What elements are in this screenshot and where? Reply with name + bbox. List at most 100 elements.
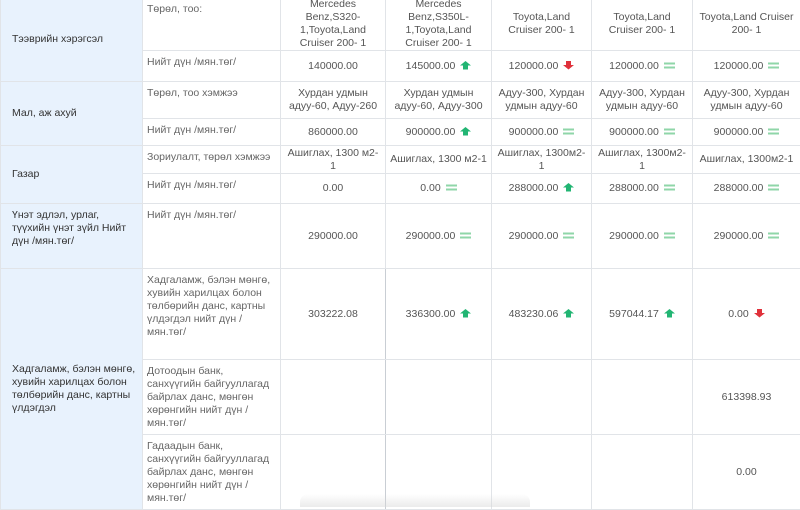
land-category-label: Газар [1, 146, 143, 204]
savings-total-cell: 483230.06 [492, 269, 592, 360]
vehicles-type-cell: Mercedes Benz,S350L-1,Toyota,Land Cruise… [386, 0, 492, 51]
jewelry-category-label: Үнэт эдлэл, урлаг, түүхийн үнэт зүйл Ний… [1, 204, 143, 269]
increase-arrow-icon [563, 183, 574, 192]
land-type-cell: Ашиглах, 1300м2-1 [592, 146, 693, 174]
decrease-arrow-icon [563, 61, 574, 70]
livestock-type-row: Мал, аж ахуй Төрөл, тоо хэмжээ Хурдан уд… [1, 82, 800, 119]
land-type-label: Зориулалт, төрөл хэмжээ [143, 146, 281, 174]
savings-total-cell: 336300.00 [386, 269, 492, 360]
vehicles-category-label: Тээврийн хэрэгсэл [1, 0, 143, 82]
foreign-bank-cell: 0.00 [693, 435, 800, 510]
vehicles-type-label: Төрөл, тоо: [143, 0, 281, 51]
value-text: 900000.00 [406, 126, 456, 138]
domestic-bank-cell [492, 360, 592, 435]
livestock-total-cell: 860000.00 [281, 119, 386, 146]
increase-arrow-icon [460, 127, 471, 136]
foreign-bank-label: Гадаадын банк, санхүүгийн байгууллагад б… [143, 435, 281, 510]
vehicles-total-cell: 145000.00 [386, 51, 492, 82]
jewelry-total-cell: 290000.00 [492, 204, 592, 269]
vehicles-total-cell: 120000.00 [592, 51, 693, 82]
savings-total-row: Хадгаламж, бэлэн мөнгө, хувийн харилцах … [1, 269, 800, 360]
vehicles-type-cell: Mercedes Benz,S320-1,Toyota,Land Cruiser… [281, 0, 386, 51]
land-total-cell: 0.00 [386, 174, 492, 204]
unchanged-equal-icon [563, 231, 574, 240]
unchanged-equal-icon [664, 231, 675, 240]
value-text: 0.00 [420, 182, 440, 194]
land-type-cell: Ашиглах, 1300м2-1 [693, 146, 800, 174]
jewelry-total-cell: 290000.00 [693, 204, 800, 269]
land-type-cell: Ашиглах, 1300 м2-1 [386, 146, 492, 174]
land-total-cell: 0.00 [281, 174, 386, 204]
bottom-scroll-shadow [300, 494, 530, 507]
livestock-type-cell: Хурдан удмын адуу-60, Адуу-300 [386, 82, 492, 119]
savings-category-label: Хадгаламж, бэлэн мөнгө, хувийн харилцах … [1, 269, 143, 510]
increase-arrow-icon [460, 61, 471, 70]
unchanged-equal-icon [664, 183, 675, 192]
increase-arrow-icon [460, 309, 471, 318]
increase-arrow-icon [563, 309, 574, 318]
livestock-total-cell: 900000.00 [492, 119, 592, 146]
value-text: 290000.00 [308, 230, 358, 242]
value-text: 288000.00 [609, 182, 659, 194]
livestock-type-cell: Хурдан удмын адуу-60, Адуу-260 [281, 82, 386, 119]
foreign-bank-cell [592, 435, 693, 510]
vehicles-total-cell: 140000.00 [281, 51, 386, 82]
value-text: 900000.00 [714, 126, 764, 138]
vehicles-total-cell: 120000.00 [693, 51, 800, 82]
value-text: 0.00 [728, 308, 748, 320]
value-text: 860000.00 [308, 126, 358, 138]
unchanged-equal-icon [768, 61, 779, 70]
livestock-total-cell: 900000.00 [693, 119, 800, 146]
unchanged-equal-icon [563, 127, 574, 136]
domestic-bank-cell [592, 360, 693, 435]
value-text: 336300.00 [406, 308, 456, 320]
jewelry-total-cell: 290000.00 [281, 204, 386, 269]
value-text: 290000.00 [406, 230, 456, 242]
value-text: 900000.00 [509, 126, 559, 138]
unchanged-equal-icon [664, 127, 675, 136]
livestock-total-cell: 900000.00 [386, 119, 492, 146]
savings-total-label: Хадгаламж, бэлэн мөнгө, хувийн харилцах … [143, 269, 281, 360]
value-text: 120000.00 [609, 60, 659, 72]
vehicles-type-cell: Toyota,Land Cruiser 200- 1 [592, 0, 693, 51]
unchanged-equal-icon [460, 231, 471, 240]
livestock-total-cell: 900000.00 [592, 119, 693, 146]
unchanged-equal-icon [768, 127, 779, 136]
vehicles-type-cell: Toyota,Land Cruiser 200- 1 [492, 0, 592, 51]
savings-total-cell: 597044.17 [592, 269, 693, 360]
unchanged-equal-icon [664, 61, 675, 70]
value-text: 597044.17 [609, 308, 659, 320]
land-total-cell: 288000.00 [693, 174, 800, 204]
value-text: 120000.00 [714, 60, 764, 72]
unchanged-equal-icon [768, 231, 779, 240]
land-type-cell: Ашиглах, 1300м2-1 [492, 146, 592, 174]
value-text: 290000.00 [609, 230, 659, 242]
value-text: 0.00 [323, 182, 343, 194]
livestock-total-label: Нийт дүн /мян.төг/ [143, 119, 281, 146]
jewelry-total-cell: 290000.00 [386, 204, 492, 269]
unchanged-equal-icon [768, 183, 779, 192]
jewelry-total-cell: 290000.00 [592, 204, 693, 269]
asset-declaration-table: Тээврийн хэрэгсэл Төрөл, тоо: Mercedes B… [0, 0, 800, 510]
vehicles-type-row: Тээврийн хэрэгсэл Төрөл, тоо: Mercedes B… [1, 0, 800, 51]
livestock-type-cell: Адуу-300, Хурдан удмын адуу-60 [693, 82, 800, 119]
land-total-cell: 288000.00 [592, 174, 693, 204]
savings-total-cell: 303222.08 [281, 269, 386, 360]
value-text: 290000.00 [509, 230, 559, 242]
land-total-cell: 288000.00 [492, 174, 592, 204]
vehicles-total-cell: 120000.00 [492, 51, 592, 82]
land-total-label: Нийт дүн /мян.төг/ [143, 174, 281, 204]
livestock-category-label: Мал, аж ахуй [1, 82, 143, 146]
vehicles-total-label: Нийт дүн /мян.төг/ [143, 51, 281, 82]
value-text: 483230.06 [509, 308, 559, 320]
unchanged-equal-icon [446, 183, 457, 192]
land-type-cell: Ашиглах, 1300 м2-1 [281, 146, 386, 174]
jewelry-total-label: Нийт дүн /мян.төг/ [143, 204, 281, 269]
domestic-bank-cell [386, 360, 492, 435]
livestock-type-cell: Адуу-300, Хурдан удмын адуу-60 [592, 82, 693, 119]
domestic-bank-label: Дотоодын банк, санхүүгийн байгууллагад б… [143, 360, 281, 435]
savings-total-cell: 0.00 [693, 269, 800, 360]
value-text: 120000.00 [509, 60, 559, 72]
value-text: 290000.00 [714, 230, 764, 242]
value-text: 303222.08 [308, 308, 358, 320]
